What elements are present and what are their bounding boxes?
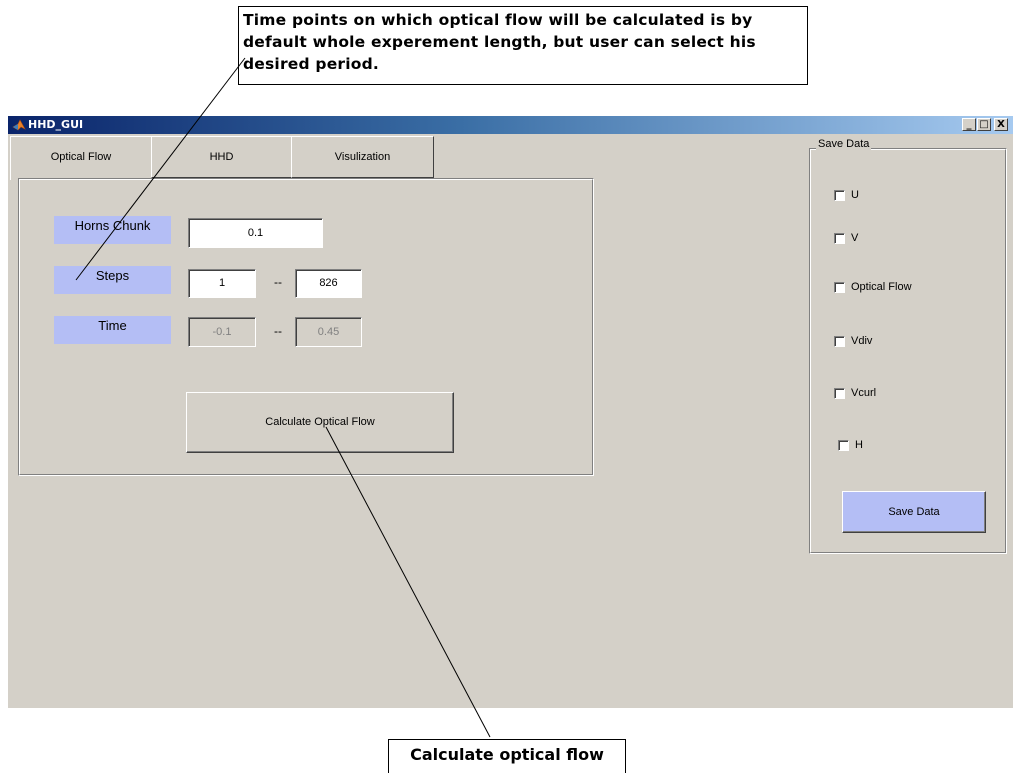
- annotation-callout-time-points: Time points on which optical flow will b…: [238, 6, 808, 85]
- callout-line-3: desired period.: [243, 55, 379, 73]
- time-end-input: 0.45: [295, 317, 362, 347]
- checkbox-vdiv[interactable]: [834, 336, 845, 347]
- title-bar[interactable]: HHD_GUI _ □ X: [8, 116, 1013, 134]
- maximize-icon[interactable]: □: [977, 118, 991, 131]
- annotation-callout-calculate: Calculate optical flow: [388, 739, 626, 773]
- checkbox-vcurl-label: Vcurl: [851, 387, 877, 399]
- steps-label: Steps: [54, 266, 171, 294]
- checkbox-vdiv-label: Vdiv: [851, 335, 873, 347]
- checkbox-optical-flow-label: Optical Flow: [851, 281, 912, 293]
- tab-optical-flow[interactable]: Optical Flow: [10, 136, 152, 180]
- window-title: HHD_GUI: [28, 118, 84, 131]
- checkbox-u-label: U: [851, 189, 859, 201]
- checkbox-h[interactable]: [838, 440, 849, 451]
- time-range-separator: --: [274, 324, 282, 338]
- callout-line-2: default whole experement length, but use…: [243, 33, 756, 51]
- checkbox-v[interactable]: [834, 233, 845, 244]
- calculate-optical-flow-button[interactable]: Calculate Optical Flow: [186, 392, 454, 453]
- time-start-input: -0.1: [188, 317, 256, 347]
- matlab-logo-icon: [12, 119, 26, 131]
- steps-start-input[interactable]: 1: [188, 269, 256, 298]
- steps-range-separator: --: [274, 275, 282, 289]
- callout-line-1: Time points on which optical flow will b…: [243, 11, 753, 29]
- checkbox-u[interactable]: [834, 190, 845, 201]
- checkbox-v-label: V: [851, 232, 859, 244]
- time-label: Time: [54, 316, 171, 344]
- checkbox-h-label: H: [855, 439, 863, 451]
- hhd-gui-window: HHD_GUI _ □ X Optical Flow HHD Visulizat…: [8, 116, 1013, 708]
- save-data-group-title: Save Data: [816, 138, 872, 150]
- checkbox-vcurl[interactable]: [834, 388, 845, 399]
- close-icon[interactable]: X: [994, 118, 1008, 131]
- horns-chunk-label: Horns Chunk: [54, 216, 171, 244]
- save-data-button[interactable]: Save Data: [842, 491, 986, 533]
- tab-hhd[interactable]: HHD: [151, 136, 292, 178]
- tab-visualization[interactable]: Visulization: [291, 136, 434, 178]
- horns-chunk-input[interactable]: 0.1: [188, 218, 323, 248]
- minimize-icon[interactable]: _: [962, 118, 976, 131]
- checkbox-optical-flow[interactable]: [834, 282, 845, 293]
- steps-end-input[interactable]: 826: [295, 269, 362, 298]
